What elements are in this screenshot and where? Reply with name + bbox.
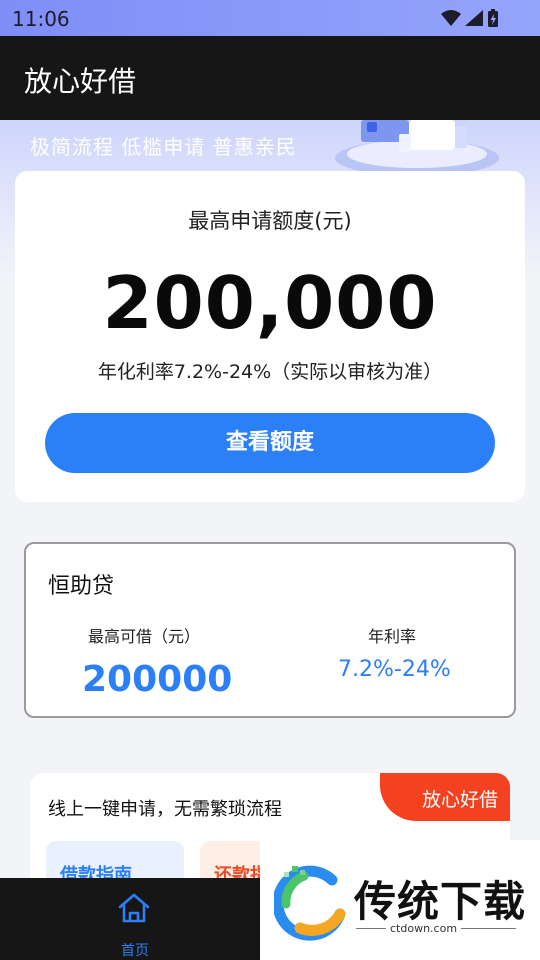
- home-icon: [118, 893, 150, 923]
- quota-label: 最高申请额度(元): [188, 209, 352, 233]
- product-card[interactable]: 恒助贷 最高可借（元） 200000 年利率 7.2%-24%: [24, 542, 516, 718]
- annual-rate-value: 7.2%-24%: [338, 657, 451, 682]
- quota-amount: 200,000: [102, 261, 438, 345]
- max-borrow-label: 最高可借（元）: [88, 627, 201, 646]
- quota-card: 最高申请额度(元) 200,000 年化利率7.2%-24%（实际以审核为准） …: [15, 171, 525, 502]
- banner-slogan: 极简流程 低槛申请 普惠亲民: [30, 135, 297, 159]
- nav-item-home[interactable]: 首页: [100, 888, 170, 959]
- app-bar: 放心好借: [0, 36, 540, 120]
- status-time: 11:06: [12, 7, 70, 31]
- annual-rate-label: 年利率: [368, 627, 417, 646]
- status-bar: 11:06: [0, 0, 540, 36]
- promo-corner-label: 放心好借: [421, 789, 498, 811]
- signal-icon: [465, 10, 483, 26]
- annual-rate-text: 年化利率7.2%-24%（实际以审核为准）: [97, 361, 443, 383]
- watermark-title: 传统下载: [354, 877, 527, 926]
- watermark-url: ctdown.com: [386, 922, 462, 935]
- app-title: 放心好借: [24, 65, 137, 98]
- battery-charging-icon: [488, 9, 498, 27]
- check-quota-button[interactable]: 查看额度: [45, 413, 495, 473]
- max-borrow-value: 200000: [82, 659, 233, 700]
- nav-home-label: 首页: [121, 943, 149, 959]
- product-name: 恒助贷: [48, 574, 115, 599]
- banner-illustration-icon: [335, 120, 499, 175]
- wifi-icon: [441, 10, 461, 26]
- status-icons: [441, 9, 498, 27]
- watermark: 传统下载 ctdown.com: [260, 840, 540, 960]
- promo-text: 线上一键申请，无需繁琐流程: [48, 799, 282, 820]
- watermark-logo-icon: [274, 865, 346, 941]
